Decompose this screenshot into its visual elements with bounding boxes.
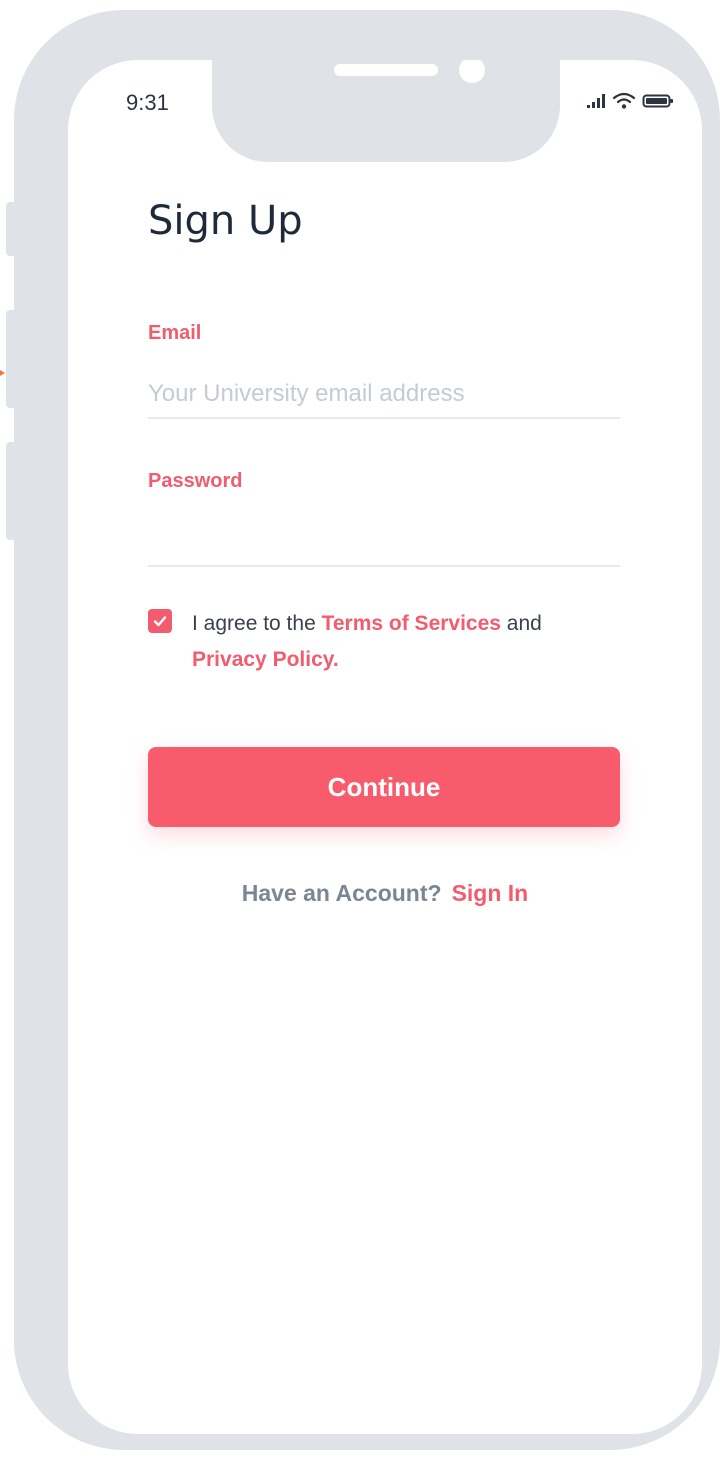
terms-of-services-link[interactable]: Terms of Services: [322, 612, 501, 635]
signal-icon: [586, 93, 606, 109]
battery-icon: [642, 93, 674, 109]
privacy-policy-link[interactable]: Privacy Policy.: [192, 648, 339, 671]
edge-marker: [0, 370, 5, 376]
status-icons: [586, 90, 674, 112]
status-time: 9:31: [126, 90, 169, 115]
agreement-text: I agree to the Terms of Services and Priv…: [192, 606, 622, 678]
agree-checkbox[interactable]: [148, 609, 172, 633]
phone-screen: 9:31 Sign Up Email Your University email…: [68, 60, 702, 1434]
sign-in-link[interactable]: Sign In: [452, 880, 529, 906]
phone-frame: 9:31 Sign Up Email Your University email…: [14, 10, 720, 1450]
speaker: [334, 64, 438, 76]
agreement-prefix: I agree to the: [192, 612, 322, 635]
email-label: Email: [148, 322, 202, 344]
wifi-icon: [612, 92, 636, 110]
page-title: Sign Up: [148, 198, 303, 244]
camera-dot: [459, 60, 485, 83]
password-field[interactable]: [148, 519, 620, 567]
password-label: Password: [148, 470, 243, 492]
email-field[interactable]: [148, 371, 620, 419]
have-account-text: Have an Account?: [241, 880, 442, 906]
notch: [212, 60, 560, 162]
signin-row: Have an Account? Sign In: [68, 880, 702, 907]
agreement-middle: and: [500, 612, 542, 635]
check-icon: [153, 616, 167, 627]
stage: 9:31 Sign Up Email Your University email…: [0, 0, 724, 1460]
continue-button[interactable]: Continue: [148, 747, 620, 827]
